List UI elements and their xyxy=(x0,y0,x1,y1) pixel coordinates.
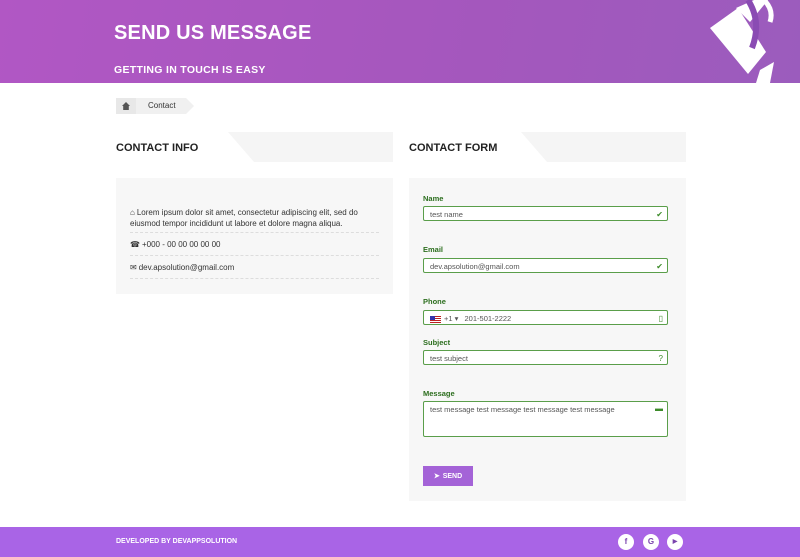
youtube-icon[interactable]: ▶ xyxy=(667,534,683,550)
subject-field[interactable]: test subject ? xyxy=(423,350,668,365)
contact-info-header: CONTACT INFO xyxy=(116,132,393,162)
google-icon[interactable]: G xyxy=(643,534,659,550)
page-title: SEND US MESSAGE xyxy=(114,22,312,44)
contact-info-panel: ⌂ Lorem ipsum dolor sit amet, consectetur… xyxy=(116,178,393,294)
hero-banner: SEND US MESSAGE GETTING IN TOUCH IS EASY xyxy=(0,0,800,83)
footer-credit: DEVELOPED BY DEVAPPSOLUTION xyxy=(116,538,238,545)
subject-value: test subject xyxy=(430,354,468,363)
country-code: +1 xyxy=(444,314,453,323)
name-field[interactable]: test name ✔ xyxy=(423,206,668,221)
email-row: ✉ dev.apsolution@gmail.com xyxy=(130,262,379,279)
breadcrumb-current: Contact xyxy=(136,98,194,114)
footer: DEVELOPED BY DEVAPPSOLUTION f G ▶ xyxy=(0,527,800,557)
comment-icon: ▬ xyxy=(655,404,663,413)
subject-label: Subject xyxy=(423,338,451,347)
email-field[interactable]: dev.apsolution@gmail.com ✔ xyxy=(423,258,668,273)
phone-field[interactable]: +1 ▾ 201-501-2222 ▯ xyxy=(423,310,668,325)
envelope-icon: ✉ xyxy=(130,263,137,272)
facebook-icon[interactable]: f xyxy=(618,534,634,550)
send-button[interactable]: ➤ SEND xyxy=(423,466,473,486)
phone-icon: ☎ xyxy=(130,240,140,249)
us-flag-icon xyxy=(430,315,441,323)
home-icon: ⌂ xyxy=(130,208,135,217)
phone-row: ☎ +000 - 00 00 00 00 00 xyxy=(130,239,379,256)
question-icon: ? xyxy=(658,354,663,363)
send-label: SEND xyxy=(442,472,463,480)
address-text: Lorem ipsum dolor sit amet, consectetur … xyxy=(130,208,358,228)
message-label: Message xyxy=(423,389,455,398)
breadcrumb: Contact xyxy=(116,98,194,114)
message-value: test message test message test message t… xyxy=(430,405,615,414)
check-icon: ✔ xyxy=(656,210,663,219)
breadcrumb-home[interactable] xyxy=(116,98,136,114)
phone-label: Phone xyxy=(423,297,446,306)
message-field[interactable]: test message test message test message t… xyxy=(423,401,668,437)
email-text: dev.apsolution@gmail.com xyxy=(138,263,235,272)
paper-plane-icon: ➤ xyxy=(433,473,440,480)
paper-plane-icon xyxy=(710,0,774,83)
email-label: Email xyxy=(423,245,444,254)
phone-value: 201-501-2222 xyxy=(464,314,512,323)
check-icon: ✔ xyxy=(656,262,663,271)
mobile-icon: ▯ xyxy=(658,314,663,323)
contact-info-title: CONTACT INFO xyxy=(116,142,199,154)
contact-form-header: CONTACT FORM xyxy=(409,132,686,162)
name-label: Name xyxy=(423,194,444,203)
address-row: ⌂ Lorem ipsum dolor sit amet, consectetur… xyxy=(130,207,379,233)
email-value: dev.apsolution@gmail.com xyxy=(430,262,520,271)
name-value: test name xyxy=(430,210,463,219)
page-subtitle: GETTING IN TOUCH IS EASY xyxy=(114,64,266,76)
phone-text: +000 - 00 00 00 00 00 xyxy=(141,240,221,249)
contact-form-title: CONTACT FORM xyxy=(409,142,498,154)
home-icon xyxy=(122,102,130,110)
contact-form: Name test name ✔ Email dev.apsolution@gm… xyxy=(409,178,686,501)
country-select[interactable]: +1 ▾ xyxy=(430,314,458,323)
